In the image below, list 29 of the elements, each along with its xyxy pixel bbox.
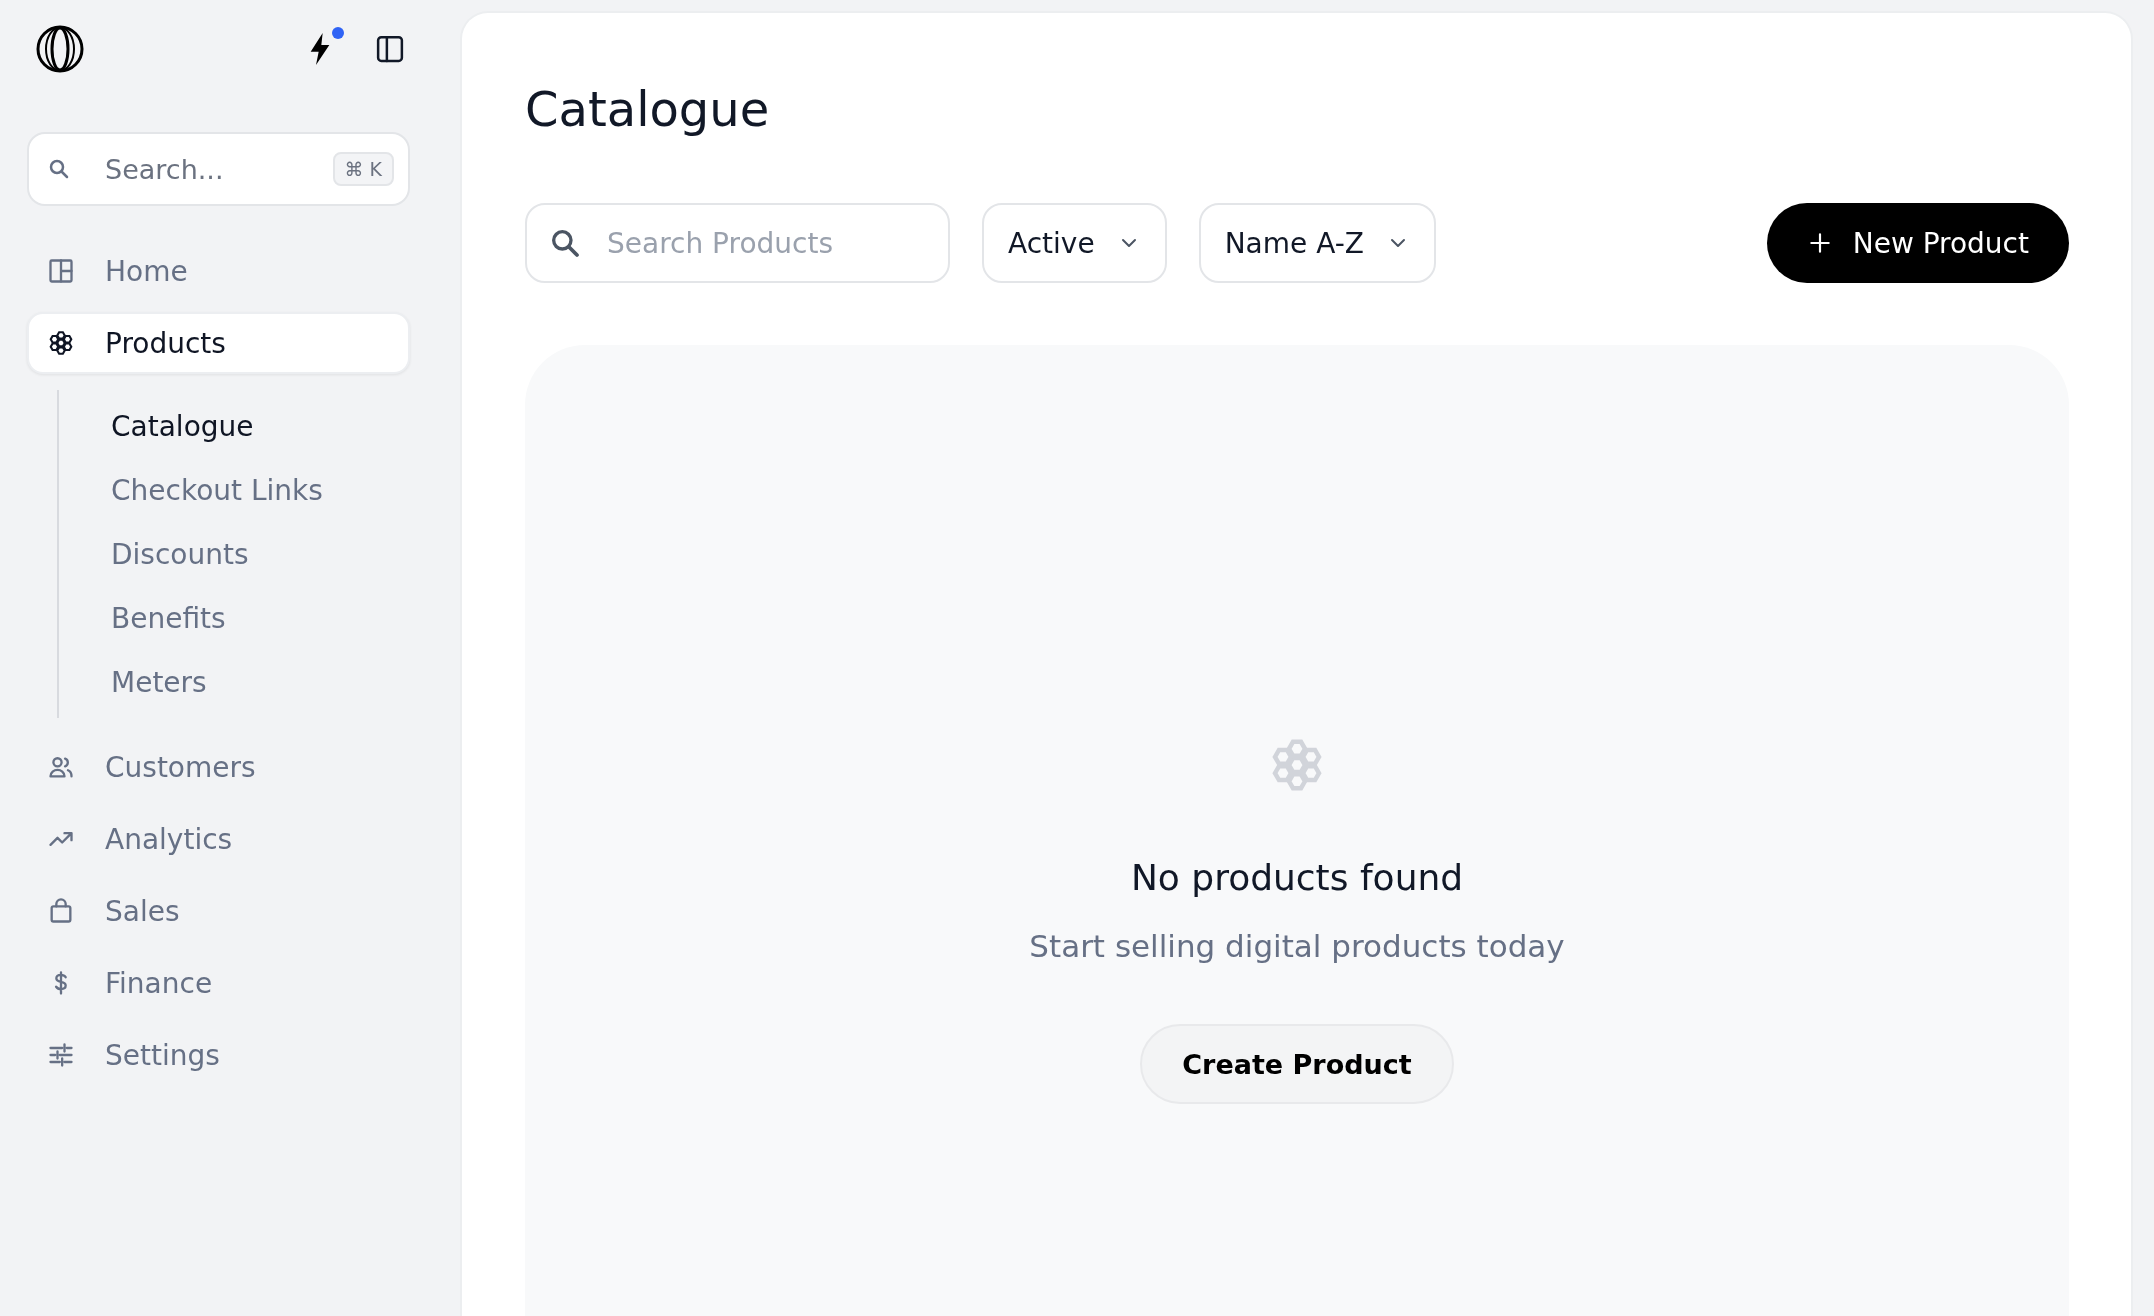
nav-subitem[interactable]: Benefits (59, 586, 410, 650)
sliders-icon (47, 1041, 75, 1069)
shortcut-hint: ⌘ K (332, 152, 394, 186)
nav-subitem[interactable]: Discounts (59, 522, 410, 586)
nav-item[interactable]: Home (27, 240, 410, 302)
empty-subtitle: Start selling digital products today (1029, 928, 1565, 964)
nav-item[interactable]: Products (27, 312, 410, 374)
filter-dropdown[interactable]: Active (982, 203, 1167, 283)
search-icon (47, 157, 71, 181)
nav-subitem[interactable]: Checkout Links (59, 458, 410, 522)
bolt-icon (309, 33, 331, 65)
filter-dropdown[interactable]: Name A-Z (1198, 203, 1436, 283)
search-icon (549, 227, 581, 259)
nav-item[interactable]: Settings (27, 1024, 410, 1086)
page-title: Catalogue (525, 81, 771, 137)
flower-icon (47, 329, 75, 357)
layout-icon (47, 257, 75, 285)
sidebar-toggle-icon (375, 34, 405, 64)
logo-icon (36, 25, 84, 73)
nav-subitem[interactable]: Meters (59, 650, 410, 714)
empty-title: No products found (1130, 857, 1464, 898)
search-field[interactable]: Search Products (525, 203, 950, 283)
new-product-button[interactable]: New Product (1766, 203, 2069, 283)
create-product-button[interactable]: Create Product (1140, 1024, 1454, 1104)
nav-item[interactable]: Customers (27, 736, 410, 798)
nav-item[interactable]: Analytics (27, 808, 410, 870)
nav-item[interactable]: Sales (27, 880, 410, 942)
nav-item[interactable]: Finance (27, 952, 410, 1014)
nav-subitem[interactable]: Catalogue (59, 394, 410, 458)
